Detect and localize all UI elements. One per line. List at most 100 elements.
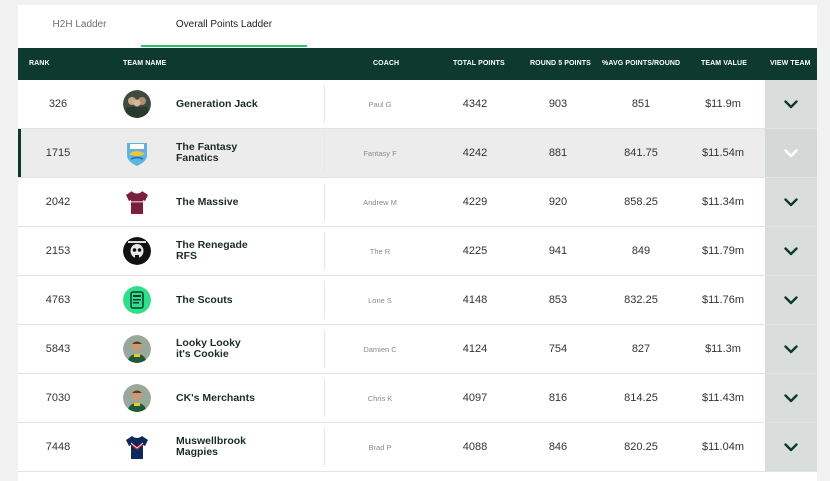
avg-points-value: 851: [631, 98, 651, 110]
column-header-team-value[interactable]: TEAM VALUE: [701, 48, 747, 80]
view-team-button[interactable]: [765, 423, 817, 471]
column-header-coach[interactable]: COACH: [373, 48, 399, 80]
ladder-tabs: H2H Ladder Overall Points Ladder: [18, 5, 817, 48]
table-header: RANK TEAM NAME COACH TOTAL POINTS ROUND …: [18, 48, 817, 80]
coach-name: Andrew M: [363, 197, 397, 207]
rank-value: 2153: [45, 245, 71, 257]
ladder-panel: H2H Ladder Overall Points Ladder RANK TE…: [18, 5, 817, 481]
rank-value: 4763: [45, 294, 71, 306]
chevron-down-icon: [784, 393, 798, 402]
team-value: $11.3m: [705, 343, 741, 355]
team-avatar: [123, 325, 153, 373]
avg-points-value: 832.25: [624, 294, 658, 306]
team-name[interactable]: Looky Looky it's Cookie: [176, 325, 326, 373]
view-team-button[interactable]: [765, 129, 817, 177]
coach-name: Damien C: [363, 344, 397, 354]
table-row[interactable]: 7448 Muswellbrook Magpies Brad P 4088 846 820.…: [18, 423, 817, 472]
table-row[interactable]: 4763 The Scouts Lone S 4148 853 832.25 $11.76m: [18, 276, 817, 325]
eels-logo-icon: [123, 139, 151, 167]
team-value: $11.9m: [705, 98, 741, 110]
maroon-jersey-icon: [123, 188, 151, 216]
team-avatar: [123, 276, 153, 324]
coach-name: Chris K: [367, 393, 393, 403]
total-points-value: 4225: [462, 245, 488, 257]
column-header-total-points[interactable]: TOTAL POINTS: [453, 48, 505, 80]
green-badge-icon: [123, 286, 151, 314]
column-header-round-points[interactable]: ROUND 5 POINTS: [530, 48, 591, 80]
view-team-button[interactable]: [765, 276, 817, 324]
column-header-rank[interactable]: RANK: [29, 48, 50, 80]
table-row[interactable]: 7030 CK's Merchants Chris K 4097 816 814.25 $1…: [18, 374, 817, 423]
table-row[interactable]: 5843 Looky Looky it's Cookie Damien C 4124 75…: [18, 325, 817, 374]
chevron-down-icon: [784, 344, 798, 353]
coach-name: Brad P: [368, 442, 392, 452]
total-points-value: 4124: [462, 343, 488, 355]
view-team-button[interactable]: [765, 178, 817, 226]
team-value: $11.76m: [702, 294, 744, 306]
round-points-value: 754: [548, 343, 568, 355]
total-points-value: 4229: [462, 196, 488, 208]
player-photo-icon: [123, 335, 151, 363]
team-name[interactable]: CK's Merchants: [176, 374, 326, 422]
team-name-line2: RFS: [176, 250, 197, 262]
total-points-value: 4148: [462, 294, 488, 306]
team-photo-icon: [123, 90, 151, 118]
total-points-value: 4342: [462, 98, 488, 110]
total-points-value: 4242: [462, 147, 488, 159]
team-name[interactable]: The Massive: [176, 178, 326, 226]
team-value: $11.04m: [702, 441, 744, 453]
view-team-button[interactable]: [765, 374, 817, 422]
player-photo-icon: [123, 384, 151, 412]
ladder-table-body: 326 Generation Jack Paul G 4342 903 851 $11.9m…: [18, 80, 817, 472]
team-name-line1: The Scouts: [176, 293, 233, 306]
table-row[interactable]: 1715 The Fantasy Fanatics Fantasy F 4242 881 8…: [18, 129, 817, 178]
column-header-view-team: VIEW TEAM: [770, 60, 811, 67]
avg-points-value: 814.25: [624, 392, 658, 404]
avg-points-value: 820.25: [624, 441, 658, 453]
team-name-line2: Fanatics: [176, 152, 219, 164]
coach-name: Fantasy F: [363, 148, 397, 158]
total-points-value: 4088: [462, 441, 488, 453]
column-header-avg-points[interactable]: %AVG POINTS/ROUND: [602, 48, 680, 80]
team-avatar: [123, 80, 153, 128]
view-team-button[interactable]: [765, 325, 817, 373]
table-row[interactable]: 2153 The Renegade RFS The R 4225 941 849 $11.79…: [18, 227, 817, 276]
tab-overall-points-ladder[interactable]: Overall Points Ladder: [141, 5, 307, 47]
table-row[interactable]: 2042 The Massive Andrew M 4229 920 858.25 $11.…: [18, 178, 817, 227]
team-avatar: [123, 227, 153, 275]
team-name[interactable]: The Scouts: [176, 276, 326, 324]
team-avatar: [123, 423, 153, 471]
rank-value: 5843: [45, 343, 71, 355]
round-points-value: 903: [548, 98, 568, 110]
table-row[interactable]: 326 Generation Jack Paul G 4342 903 851 $11.9m: [18, 80, 817, 129]
coach-name: The R: [369, 246, 391, 256]
team-name-line2: Magpies: [176, 446, 219, 458]
view-team-button[interactable]: [765, 80, 817, 128]
avg-points-value: 827: [631, 343, 651, 355]
team-name[interactable]: The Fantasy Fanatics: [176, 129, 326, 177]
team-name[interactable]: Generation Jack: [176, 80, 326, 128]
team-name[interactable]: The Renegade RFS: [176, 227, 326, 275]
view-team-button[interactable]: [765, 227, 817, 275]
team-avatar: [123, 129, 153, 177]
team-name-line1: Generation Jack: [176, 97, 258, 110]
rank-value: 2042: [45, 196, 71, 208]
chevron-down-icon: [784, 148, 798, 157]
chevron-down-icon: [784, 442, 798, 451]
team-name-line1: CK's Merchants: [176, 391, 255, 404]
avg-points-value: 858.25: [624, 196, 658, 208]
roosters-jersey-icon: [123, 433, 151, 461]
chevron-down-icon: [784, 246, 798, 255]
rank-value: 326: [48, 98, 68, 110]
round-points-value: 846: [548, 441, 568, 453]
chevron-down-icon: [784, 197, 798, 206]
team-name[interactable]: Muswellbrook Magpies: [176, 423, 326, 471]
round-points-value: 941: [548, 245, 568, 257]
coach-name: Lone S: [368, 295, 392, 305]
rank-value: 7448: [45, 441, 71, 453]
tab-h2h-ladder[interactable]: H2H Ladder: [18, 5, 141, 46]
team-value: $11.34m: [702, 196, 744, 208]
column-header-team-name[interactable]: TEAM NAME: [123, 48, 166, 80]
rank-value: 1715: [45, 147, 71, 159]
round-points-value: 920: [548, 196, 568, 208]
